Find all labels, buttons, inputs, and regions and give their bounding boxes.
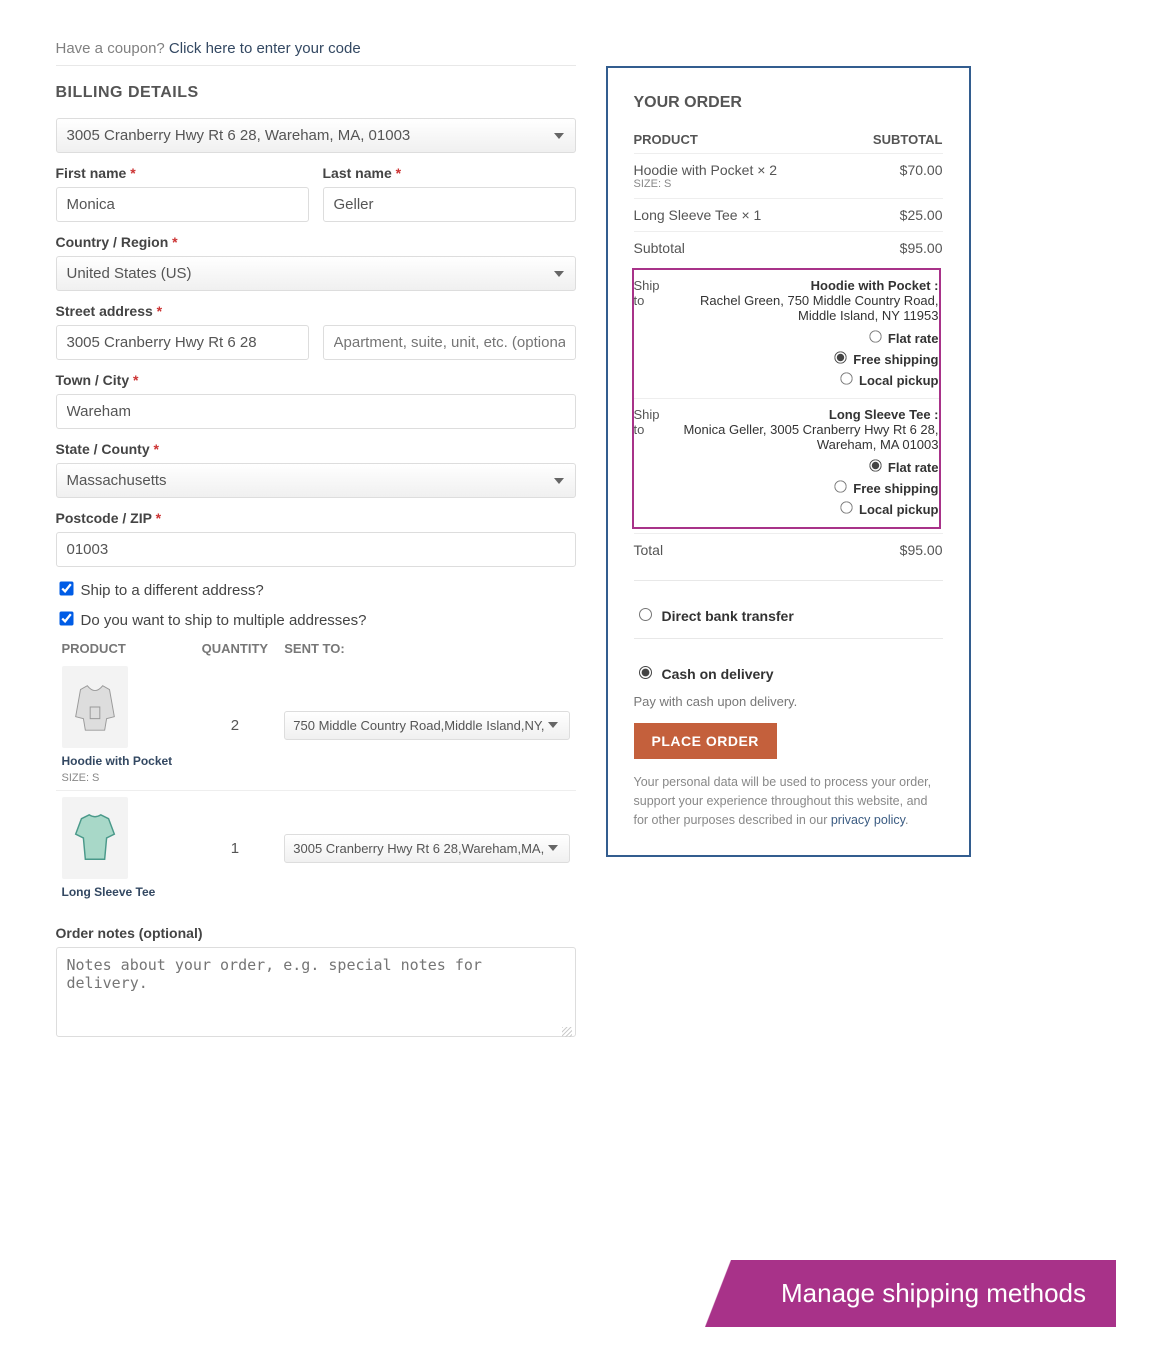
qty-cell: 1 [191,791,278,906]
ship-to-row: Ship to Hoodie with Pocket :Rachel Green… [633,269,940,399]
zip-label: Postcode / ZIP * [56,510,576,526]
shipping-option-radio[interactable] [840,501,852,513]
country-select[interactable]: United States (US) [56,256,576,291]
col-subtotal: SUBTOTAL [842,126,943,154]
shipping-option-radio[interactable] [869,459,881,471]
order-heading: YOUR ORDER [634,94,943,112]
product-name[interactable]: Long Sleeve Tee [62,885,186,899]
first-name-input[interactable] [56,187,309,222]
total-value: $95.00 [760,534,943,567]
city-label: Town / City * [56,372,576,388]
multi-address-table: PRODUCT QUANTITY SENT TO: Hoodie with Po… [56,637,576,905]
resize-handle-icon[interactable] [562,1027,572,1037]
state-select[interactable]: Massachusetts [56,463,576,498]
sent-to-select[interactable]: 3005 Cranberry Hwy Rt 6 28,Wareham,MA, [284,834,569,863]
product-size: SIZE: S [62,772,186,784]
col-product: PRODUCT [634,126,842,154]
shipping-option-radio[interactable] [835,480,847,492]
ship-to-row: Ship to Long Sleeve Tee :Monica Geller, … [633,399,940,529]
total-label: Total [634,534,760,567]
order-summary-box: YOUR ORDER PRODUCTSUBTOTAL Hoodie with P… [606,66,971,857]
pay-option[interactable]: Direct bank transfer [634,599,943,630]
col-product: PRODUCT [56,637,192,660]
last-name-input[interactable] [323,187,576,222]
product-thumb [62,797,128,879]
place-order-button[interactable]: PLACE ORDER [634,723,777,759]
coupon-prompt: Have a coupon? Click here to enter your … [56,40,576,57]
country-label: Country / Region * [56,234,576,250]
shipping-option-radio[interactable] [840,372,852,384]
privacy-note: Your personal data will be used to proce… [634,773,943,829]
saved-address-select[interactable]: 3005 Cranberry Hwy Rt 6 28, Wareham, MA,… [56,118,576,153]
billing-heading: BILLING DETAILS [56,84,576,102]
shipping-option-radio[interactable] [869,330,881,342]
subtotal-value: $95.00 [842,232,943,265]
ship-diff-checkbox[interactable] [59,581,73,595]
order-line: Hoodie with Pocket × 2SIZE: S$70.00 [634,154,943,199]
product-name[interactable]: Hoodie with Pocket [62,754,186,768]
last-name-label: Last name * [323,165,576,181]
divider [56,65,576,66]
order-notes-input[interactable] [56,947,576,1037]
qty-cell: 2 [191,660,278,791]
order-line: Long Sleeve Tee × 1$25.00 [634,199,943,232]
first-name-label: First name * [56,165,309,181]
state-label: State / County * [56,441,576,457]
col-sent: SENT TO: [278,637,575,660]
hoodie-icon [66,678,124,736]
product-thumb [62,666,128,748]
apt-input[interactable] [323,325,576,360]
shipping-option-radio[interactable] [835,351,847,363]
pay-option[interactable]: Cash on delivery [634,657,943,688]
ship-diff-label: Ship to a different address? [81,582,264,599]
notes-label: Order notes (optional) [56,925,576,941]
ship-multi-label: Do you want to ship to multiple addresse… [81,612,367,629]
col-qty: QUANTITY [191,637,278,660]
coupon-link[interactable]: Click here to enter your code [169,40,361,57]
city-input[interactable] [56,394,576,429]
zip-input[interactable] [56,532,576,567]
privacy-policy-link[interactable]: privacy policy [831,813,905,827]
table-row: Hoodie with Pocket SIZE: S 2 750 Middle … [56,660,576,791]
pay-description: Pay with cash upon delivery. [634,694,943,709]
table-row: Long Sleeve Tee 1 3005 Cranberry Hwy Rt … [56,791,576,906]
sent-to-select[interactable]: 750 Middle Country Road,Middle Island,NY… [284,711,569,740]
tee-icon [66,809,124,867]
manage-shipping-banner[interactable]: Manage shipping methods [731,1260,1116,1327]
ship-multi-checkbox[interactable] [59,611,73,625]
street-input[interactable] [56,325,309,360]
street-label: Street address * [56,303,576,319]
subtotal-label: Subtotal [634,232,842,265]
